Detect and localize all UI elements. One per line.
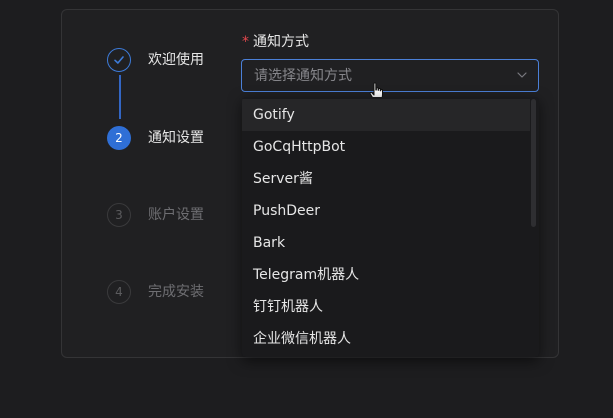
notification-method-label-text: 通知方式 (253, 34, 309, 50)
step-4-indicator: 4 (107, 280, 131, 304)
chevron-down-icon (517, 72, 527, 78)
step-3-label: 账户设置 (148, 207, 204, 223)
option-gotify[interactable]: Gotify (242, 99, 530, 131)
step-connector-1 (119, 75, 121, 119)
option-serverchan[interactable]: Server酱 (242, 163, 530, 195)
step-finish: 4 完成安装 (62, 280, 222, 310)
option-gocqhttpbot[interactable]: GoCqHttpBot (242, 131, 530, 163)
step-welcome: 欢迎使用 (62, 48, 222, 78)
option-bark[interactable]: Bark (242, 227, 530, 259)
option-telegram-bot[interactable]: Telegram机器人 (242, 259, 530, 291)
option-pushdeer[interactable]: PushDeer (242, 195, 530, 227)
notification-method-select[interactable]: 请选择通知方式 (241, 59, 539, 92)
dropdown-scrollbar[interactable] (531, 99, 536, 227)
check-icon (114, 56, 124, 64)
step-1-label: 欢迎使用 (148, 52, 204, 68)
step-3-indicator: 3 (107, 203, 131, 227)
option-dingtalk-bot[interactable]: 钉钉机器人 (242, 291, 530, 323)
step-1-indicator (107, 48, 131, 72)
step-2-label: 通知设置 (148, 130, 204, 146)
notification-method-label: * 通知方式 (242, 32, 309, 52)
step-notification: 2 通知设置 (62, 126, 222, 156)
required-mark: * (242, 34, 249, 50)
step-4-label: 完成安装 (148, 284, 204, 300)
option-wecom-bot[interactable]: 企业微信机器人 (242, 323, 530, 355)
select-placeholder: 请选择通知方式 (254, 68, 352, 84)
step-account: 3 账户设置 (62, 203, 222, 233)
step-2-indicator: 2 (107, 126, 131, 150)
notification-method-dropdown: Gotify GoCqHttpBot Server酱 PushDeer Bark… (242, 97, 539, 357)
